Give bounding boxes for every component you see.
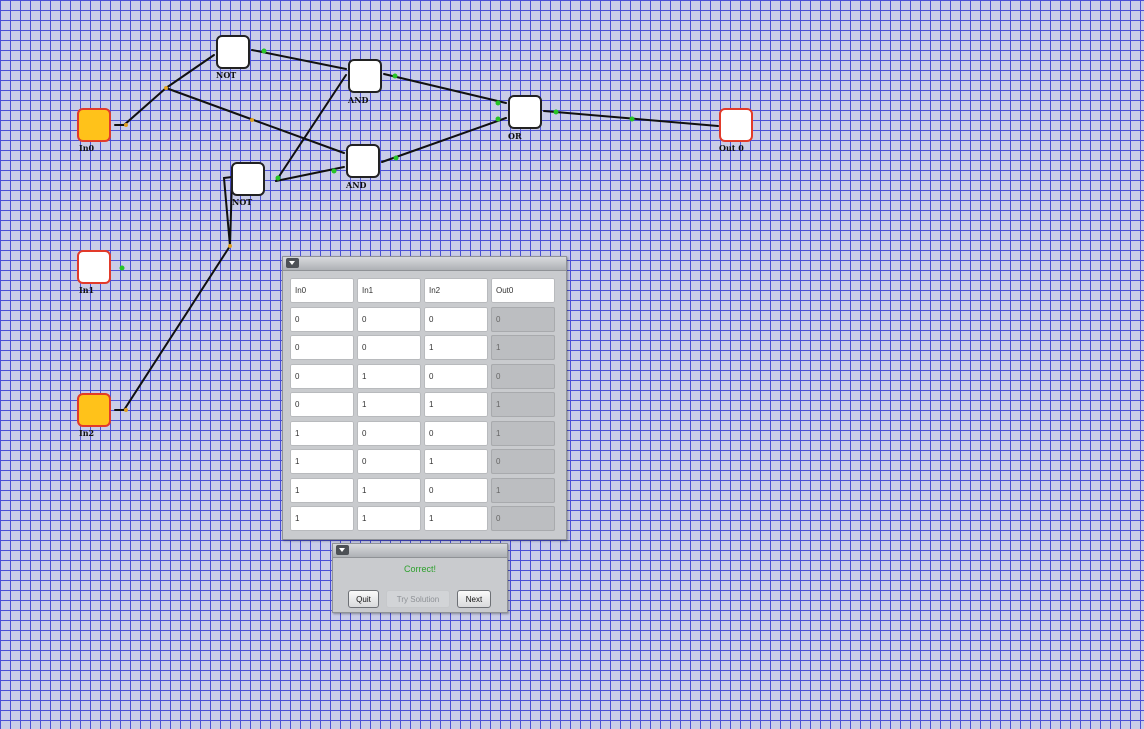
pin-dot bbox=[119, 265, 125, 271]
table-output-cell: 0 bbox=[491, 449, 555, 474]
table-input-cell[interactable]: 0 bbox=[424, 477, 488, 503]
table-input-cell[interactable]: 1 bbox=[424, 335, 488, 360]
table-input-cell[interactable]: 0 bbox=[290, 306, 354, 332]
wire-and-top-or bbox=[383, 73, 507, 104]
not-gate-middle[interactable] bbox=[231, 162, 265, 196]
pin-dot bbox=[164, 86, 168, 90]
table-output-cell: 0 bbox=[491, 363, 555, 389]
result-titlebar bbox=[333, 544, 507, 558]
table-output-cell: 0 bbox=[491, 506, 555, 531]
table-input-cell[interactable]: 1 bbox=[357, 363, 421, 389]
pin-dot bbox=[275, 175, 281, 181]
and-gate-bottom[interactable] bbox=[346, 144, 380, 178]
not-gate-top[interactable] bbox=[216, 35, 250, 69]
collapse-icon[interactable] bbox=[286, 258, 299, 268]
table-input-cell[interactable]: 0 bbox=[290, 392, 354, 417]
pin-dot bbox=[392, 73, 398, 79]
collapse-icon[interactable] bbox=[336, 545, 349, 555]
circuit-wires bbox=[114, 48, 719, 412]
table-input-cell[interactable]: 0 bbox=[290, 363, 354, 389]
pin-dot bbox=[495, 116, 501, 122]
table-input-cell[interactable]: 0 bbox=[357, 306, 421, 332]
table-header-cell: Out0 bbox=[491, 278, 555, 303]
and-gate-top-label: AND bbox=[348, 95, 369, 105]
table-input-cell[interactable]: 0 bbox=[357, 335, 421, 360]
table-input-cell[interactable]: 1 bbox=[290, 506, 354, 531]
input-in1[interactable] bbox=[77, 250, 111, 284]
table-header-cell: In0 bbox=[290, 278, 354, 303]
wire-and-bottom-or bbox=[381, 117, 507, 163]
truth-table-titlebar bbox=[283, 257, 566, 271]
table-output-cell: 1 bbox=[491, 420, 555, 446]
pin-dot bbox=[124, 408, 128, 412]
wire-junction-not-top bbox=[165, 54, 215, 89]
input-in0-label: In0 bbox=[79, 143, 95, 153]
input-in1-label: In1 bbox=[79, 285, 95, 295]
table-input-cell[interactable]: 1 bbox=[424, 506, 488, 531]
table-input-cell[interactable]: 1 bbox=[424, 449, 488, 474]
table-input-cell[interactable]: 1 bbox=[290, 449, 354, 474]
input-in0[interactable] bbox=[77, 108, 111, 142]
table-input-cell[interactable]: 0 bbox=[290, 335, 354, 360]
pin-dot bbox=[495, 100, 501, 106]
table-input-cell[interactable]: 0 bbox=[357, 420, 421, 446]
input-in2-label: In2 bbox=[79, 428, 95, 438]
pin-dot bbox=[124, 123, 128, 127]
quit-button[interactable]: Quit bbox=[348, 590, 379, 608]
wire-in0-junction bbox=[114, 87, 167, 126]
table-output-cell: 1 bbox=[491, 477, 555, 503]
and-gate-bottom-label: AND bbox=[346, 180, 367, 190]
output-out0-label: Out 0 bbox=[719, 143, 744, 153]
and-gate-top[interactable] bbox=[348, 59, 382, 93]
table-output-cell: 1 bbox=[491, 335, 555, 360]
wire-junction-and-bottom bbox=[165, 87, 345, 154]
wire-not-top-and-top bbox=[251, 49, 347, 70]
pin-dot bbox=[553, 109, 559, 115]
pin-dot bbox=[629, 116, 635, 122]
table-header-cell: In1 bbox=[357, 278, 421, 303]
result-status-text: Correct! bbox=[403, 564, 436, 574]
table-output-cell: 1 bbox=[491, 392, 555, 417]
not-gate-top-label: NOT bbox=[216, 70, 237, 80]
table-input-cell[interactable]: 0 bbox=[357, 449, 421, 474]
or-gate[interactable] bbox=[508, 95, 542, 129]
table-input-cell[interactable]: 0 bbox=[424, 363, 488, 389]
table-header-cell: In2 bbox=[424, 278, 488, 303]
pin-dot bbox=[228, 244, 232, 248]
pin-dot bbox=[393, 155, 399, 161]
output-out0[interactable] bbox=[719, 108, 753, 142]
truth-table-window: In0 In1 In2 Out0 0 0 0 0 0 0 1 1 0 1 0 0 0 1 1 1 1 0 0 1 1 0 1 0 1 1 0… bbox=[282, 256, 567, 540]
table-input-cell[interactable]: 1 bbox=[357, 506, 421, 531]
wire-not-mid-and-top bbox=[275, 74, 347, 182]
truth-table-grid: In0 In1 In2 Out0 0 0 0 0 0 0 1 1 0 1 0 0 0 1 1 1 1 0 0 1 1 0 1 0 1 1 0… bbox=[290, 278, 555, 531]
result-window: Correct! Quit Try Solution Next bbox=[332, 543, 508, 613]
table-input-cell[interactable]: 1 bbox=[424, 392, 488, 417]
try-solution-button[interactable]: Try Solution bbox=[386, 590, 450, 608]
wire-in2-not-mid bbox=[114, 177, 233, 411]
table-input-cell[interactable]: 1 bbox=[290, 420, 354, 446]
table-input-cell[interactable]: 0 bbox=[424, 420, 488, 446]
table-output-cell: 0 bbox=[491, 306, 555, 332]
pin-dot bbox=[250, 118, 254, 122]
table-input-cell[interactable]: 1 bbox=[290, 477, 354, 503]
pin-dot bbox=[331, 168, 337, 174]
or-gate-label: OR bbox=[508, 131, 522, 141]
pin-dot bbox=[261, 48, 267, 54]
next-button[interactable]: Next bbox=[457, 590, 491, 608]
table-input-cell[interactable]: 0 bbox=[424, 306, 488, 332]
not-gate-middle-label: NOT bbox=[232, 197, 253, 207]
table-input-cell[interactable]: 1 bbox=[357, 392, 421, 417]
table-input-cell[interactable]: 1 bbox=[357, 477, 421, 503]
input-in2[interactable] bbox=[77, 393, 111, 427]
